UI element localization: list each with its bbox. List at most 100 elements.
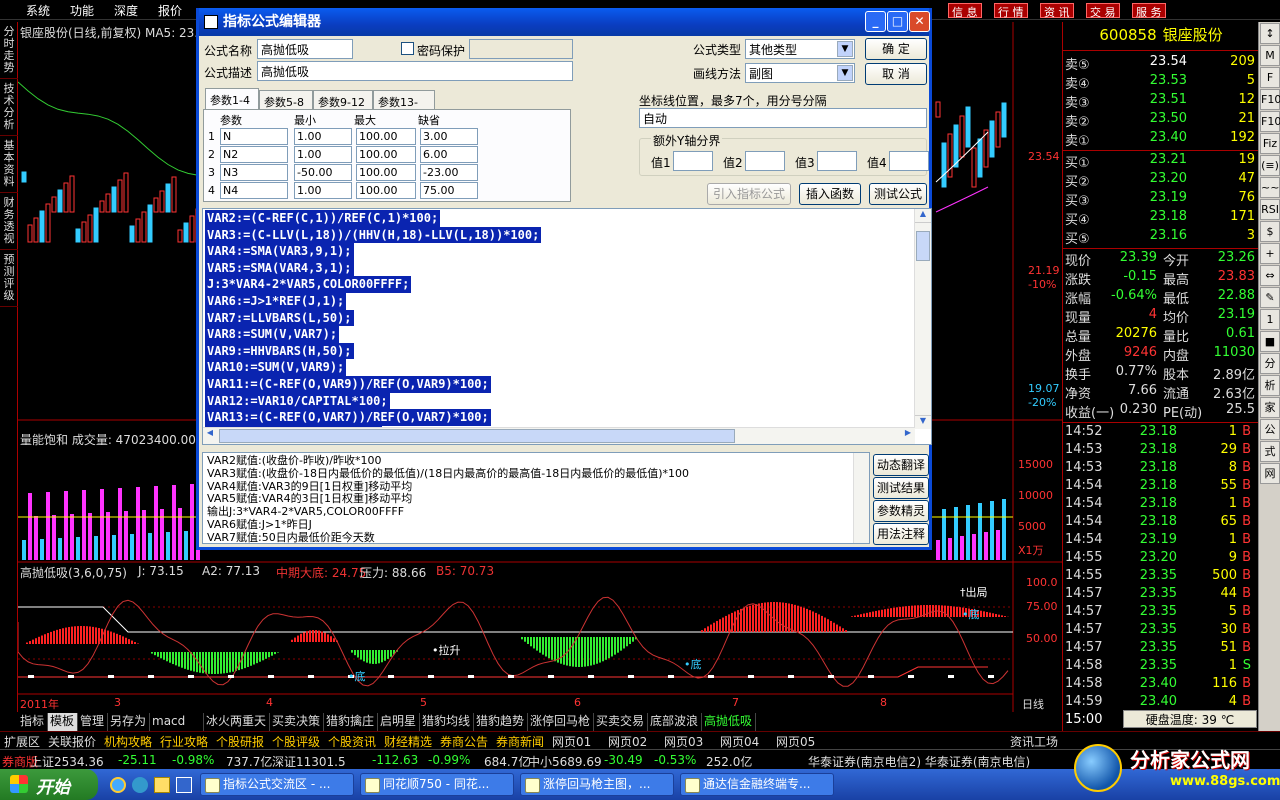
left-tab[interactable]: 技术分析 xyxy=(0,79,18,136)
side-button[interactable]: 参数精灵 xyxy=(873,500,929,522)
toolbar-icon[interactable]: + xyxy=(1260,243,1280,264)
maximize-button[interactable]: □ xyxy=(887,11,908,32)
draw-select[interactable]: 副图 ▼ xyxy=(745,63,855,83)
toolbar-icon[interactable]: 网 xyxy=(1260,463,1280,484)
link-tab[interactable]: 个股评级 xyxy=(272,733,320,750)
red-menu-item[interactable]: 交 易 xyxy=(1086,3,1120,19)
red-menu-item[interactable]: 行 情 xyxy=(994,3,1028,19)
toolbar-icon[interactable]: (≡) xyxy=(1260,155,1280,176)
link-tab[interactable]: 行业攻略 xyxy=(160,733,208,750)
link-tab[interactable]: 扩展区 xyxy=(4,733,40,750)
toolbar-icon[interactable]: $ xyxy=(1260,221,1280,242)
param-max-cell[interactable]: 100.00 xyxy=(356,128,416,145)
param-tab[interactable]: 参数1-4 xyxy=(205,88,259,110)
extra-y-value-input[interactable] xyxy=(817,151,857,171)
link-tab[interactable]: 券商公告 xyxy=(440,733,488,750)
quicklaunch-ie-icon[interactable] xyxy=(110,777,126,793)
link-tab[interactable]: 网页05 xyxy=(776,733,815,750)
param-default-cell[interactable]: -23.00 xyxy=(420,164,478,181)
indicator-tab[interactable]: 猎豹擒庄 xyxy=(324,713,378,731)
start-button[interactable]: 开始 xyxy=(0,769,98,800)
side-button[interactable]: 测试结果 xyxy=(873,477,929,499)
side-button[interactable]: 动态翻译 xyxy=(873,454,929,476)
axis-input[interactable]: 自动 xyxy=(639,108,927,128)
scroll-down-icon[interactable]: ▼ xyxy=(915,415,931,429)
toolbar-icon[interactable]: M xyxy=(1260,45,1280,66)
menu-item[interactable]: 深度 xyxy=(114,2,138,19)
toolbar-icon[interactable]: ↕ xyxy=(1260,23,1280,44)
link-tab[interactable]: 个股资讯 xyxy=(328,733,376,750)
test-formula-button[interactable]: 测试公式 xyxy=(869,183,927,205)
red-menu-item[interactable]: 信 息 xyxy=(948,3,982,19)
toolbar-icon[interactable]: RSI xyxy=(1260,199,1280,220)
toolbar-icon[interactable]: 公 xyxy=(1260,419,1280,440)
quicklaunch-desktop-icon[interactable] xyxy=(176,777,192,793)
link-tab[interactable]: 网页04 xyxy=(720,733,759,750)
name-input[interactable]: 高抛低吸 xyxy=(257,39,353,59)
toolbar-icon[interactable]: ⇔ xyxy=(1260,265,1280,286)
insert-function-button[interactable]: 插入函数 xyxy=(799,183,861,205)
link-tab[interactable]: 关联报价 xyxy=(48,733,96,750)
indicator-tab[interactable]: 猎豹均线 xyxy=(420,713,474,731)
extra-y-value-input[interactable] xyxy=(673,151,713,171)
param-max-cell[interactable]: 100.00 xyxy=(356,164,416,181)
taskbar-item[interactable]: 同花顺750 - 同花... xyxy=(360,773,514,796)
cancel-button[interactable]: 取 消 xyxy=(865,63,927,85)
scroll-left-icon[interactable]: ◀ xyxy=(203,428,217,444)
extra-y-value-input[interactable] xyxy=(889,151,929,171)
link-tab[interactable]: 机构攻略 xyxy=(104,733,152,750)
password-checkbox[interactable] xyxy=(401,42,414,55)
indicator-tab[interactable]: 模板 xyxy=(48,713,78,731)
param-name-cell[interactable]: N2 xyxy=(220,146,288,163)
param-min-cell[interactable]: 1.00 xyxy=(294,128,352,145)
param-tab[interactable]: 参数5-8 xyxy=(259,90,313,110)
scroll-up-icon[interactable]: ▲ xyxy=(915,209,931,223)
side-button[interactable]: 用法注释 xyxy=(873,523,929,545)
left-tab[interactable]: 分时走势 xyxy=(0,22,18,79)
toolbar-icon[interactable]: ■ xyxy=(1260,331,1280,352)
link-tab[interactable]: 资讯工场 xyxy=(1010,733,1058,750)
toolbar-icon[interactable]: 式 xyxy=(1260,441,1280,462)
left-tab[interactable]: 基本资料 xyxy=(0,136,18,193)
indicator-tab[interactable]: 买卖决策 xyxy=(270,713,324,731)
import-formula-button[interactable]: 引入指标公式 xyxy=(707,183,791,205)
link-tab[interactable]: 网页01 xyxy=(552,733,591,750)
link-tab[interactable]: 券商新闻 xyxy=(496,733,544,750)
link-tab[interactable]: 财经精选 xyxy=(384,733,432,750)
indicator-tab[interactable]: 另存为 xyxy=(108,713,150,731)
quicklaunch-media-icon[interactable] xyxy=(132,777,148,793)
code-horizontal-scrollbar[interactable]: ◀ ▶ xyxy=(203,427,915,444)
indicator-tab[interactable]: 涨停回马枪 xyxy=(528,713,594,731)
toolbar-icon[interactable]: Fiz xyxy=(1260,133,1280,154)
toolbar-icon[interactable]: ✎ xyxy=(1260,287,1280,308)
indicator-tab[interactable]: 高抛低吸 xyxy=(702,713,756,731)
indicator-tab[interactable]: 启明星 xyxy=(378,713,420,731)
scroll-thumb[interactable] xyxy=(916,231,930,261)
ok-button[interactable]: 确 定 xyxy=(865,38,927,60)
link-tab[interactable]: 网页02 xyxy=(608,733,647,750)
param-max-cell[interactable]: 100.00 xyxy=(356,146,416,163)
toolbar-icon[interactable]: ~~ xyxy=(1260,177,1280,198)
toolbar-icon[interactable]: 1 xyxy=(1260,309,1280,330)
dialog-titlebar[interactable]: 指标公式编辑器 _ □ ✕ xyxy=(199,8,930,36)
toolbar-icon[interactable]: F xyxy=(1260,67,1280,88)
param-default-cell[interactable]: 6.00 xyxy=(420,146,478,163)
toolbar-icon[interactable]: 分 xyxy=(1260,353,1280,374)
scroll-right-icon[interactable]: ▶ xyxy=(901,428,915,444)
red-menu-item[interactable]: 服 务 xyxy=(1132,3,1166,19)
red-menu-item[interactable]: 资 讯 xyxy=(1040,3,1074,19)
param-tab[interactable]: 参数9-12 xyxy=(313,90,373,110)
param-min-cell[interactable]: 1.00 xyxy=(294,182,352,199)
indicator-tab[interactable]: 管理 xyxy=(78,713,108,731)
extra-y-value-input[interactable] xyxy=(745,151,785,171)
indicator-tab[interactable]: 冰火两重天 xyxy=(204,713,270,731)
desc-input[interactable]: 高抛低吸 xyxy=(257,61,573,81)
param-default-cell[interactable]: 75.00 xyxy=(420,182,478,199)
link-tab[interactable]: 个股研报 xyxy=(216,733,264,750)
indicator-tab[interactable]: 底部波浪 xyxy=(648,713,702,731)
left-tab[interactable]: 预测评级 xyxy=(0,250,18,307)
param-min-cell[interactable]: 1.00 xyxy=(294,146,352,163)
param-max-cell[interactable]: 100.00 xyxy=(356,182,416,199)
formula-code-editor[interactable]: VAR2:=(C-REF(C,1))/REF(C,1)*100; VAR3:=(C… xyxy=(202,208,932,445)
toolbar-icon[interactable]: F10 xyxy=(1260,89,1280,110)
